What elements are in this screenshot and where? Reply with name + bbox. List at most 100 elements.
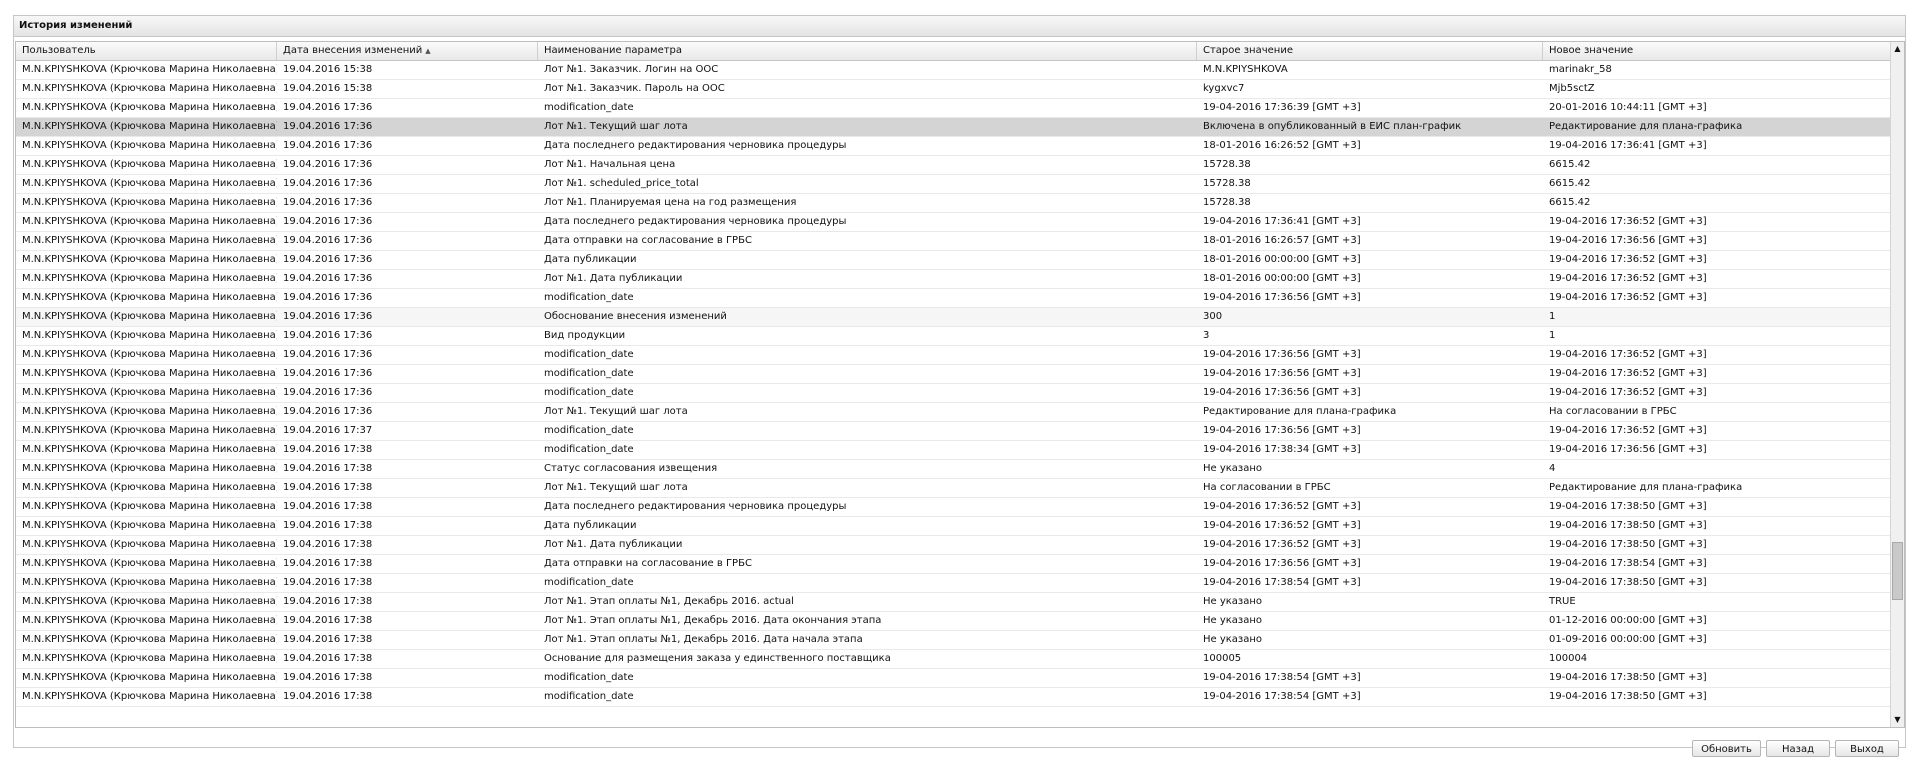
- table-row[interactable]: M.N.KPIYSHKOVA (Крючкова Марина Николаев…: [16, 270, 1891, 289]
- table-row[interactable]: M.N.KPIYSHKOVA (Крючкова Марина Николаев…: [16, 308, 1891, 327]
- cell-change-date: 19.04.2016 17:38: [283, 558, 373, 569]
- table-row[interactable]: M.N.KPIYSHKOVA (Крючкова Марина Николаев…: [16, 99, 1891, 118]
- table-row[interactable]: M.N.KPIYSHKOVA (Крючкова Марина Николаев…: [16, 346, 1891, 365]
- column-header-parameter[interactable]: Наименование параметра: [538, 42, 1197, 60]
- table-row[interactable]: M.N.KPIYSHKOVA (Крючкова Марина Николаев…: [16, 232, 1891, 251]
- cell-user: M.N.KPIYSHKOVA (Крючкова Марина Николаев…: [22, 387, 277, 398]
- cell-change-date: 19.04.2016 17:36: [283, 387, 373, 398]
- vertical-scrollbar[interactable]: ▲ ▼: [1890, 42, 1904, 727]
- refresh-button[interactable]: Обновить: [1692, 740, 1761, 757]
- cell-user: M.N.KPIYSHKOVA (Крючкова Марина Николаев…: [22, 102, 277, 113]
- cell-new-value: 19-04-2016 17:38:50 [GMT +3]: [1549, 539, 1707, 550]
- cell-change-date: 19.04.2016 17:38: [283, 463, 373, 474]
- table-row[interactable]: M.N.KPIYSHKOVA (Крючкова Марина Николаев…: [16, 441, 1891, 460]
- cell-new-value: Mjb5sctZ: [1549, 83, 1595, 94]
- cell-old-value: 19-04-2016 17:36:39 [GMT +3]: [1203, 102, 1361, 113]
- cell-old-value: 19-04-2016 17:36:56 [GMT +3]: [1203, 425, 1361, 436]
- cell-old-value: 18-01-2016 00:00:00 [GMT +3]: [1203, 273, 1361, 284]
- cell-parameter: modification_date: [544, 691, 634, 702]
- table-row[interactable]: M.N.KPIYSHKOVA (Крючкова Марина Николаев…: [16, 517, 1891, 536]
- cell-parameter: Вид продукции: [544, 330, 626, 341]
- table-row[interactable]: M.N.KPIYSHKOVA (Крючкова Марина Николаев…: [16, 194, 1891, 213]
- cell-old-value: 19-04-2016 17:36:56 [GMT +3]: [1203, 368, 1361, 379]
- table-row[interactable]: M.N.KPIYSHKOVA (Крючкова Марина Николаев…: [16, 61, 1891, 80]
- cell-change-date: 19.04.2016 15:38: [283, 64, 373, 75]
- cell-change-date: 19.04.2016 17:38: [283, 691, 373, 702]
- cell-user: M.N.KPIYSHKOVA (Крючкова Марина Николаев…: [22, 672, 277, 683]
- cell-change-date: 19.04.2016 17:38: [283, 634, 373, 645]
- table-row[interactable]: M.N.KPIYSHKOVA (Крючкова Марина Николаев…: [16, 650, 1891, 669]
- table-row[interactable]: M.N.KPIYSHKOVA (Крючкова Марина Николаев…: [16, 612, 1891, 631]
- table-row[interactable]: M.N.KPIYSHKOVA (Крючкова Марина Николаев…: [16, 213, 1891, 232]
- table-row[interactable]: M.N.KPIYSHKOVA (Крючкова Марина Николаев…: [16, 555, 1891, 574]
- column-header-new-value[interactable]: Новое значение: [1543, 42, 1891, 60]
- cell-user: M.N.KPIYSHKOVA (Крючкова Марина Николаев…: [22, 691, 277, 702]
- back-button[interactable]: Назад: [1766, 740, 1830, 757]
- table-row[interactable]: M.N.KPIYSHKOVA (Крючкова Марина Николаев…: [16, 289, 1891, 308]
- scrollbar-thumb[interactable]: [1892, 542, 1903, 600]
- cell-change-date: 19.04.2016 17:38: [283, 482, 373, 493]
- table-row[interactable]: M.N.KPIYSHKOVA (Крючкова Марина Николаев…: [16, 137, 1891, 156]
- cell-user: M.N.KPIYSHKOVA (Крючкова Марина Николаев…: [22, 273, 277, 284]
- cell-change-date: 19.04.2016 17:38: [283, 501, 373, 512]
- table-row[interactable]: M.N.KPIYSHKOVA (Крючкова Марина Николаев…: [16, 669, 1891, 688]
- scroll-down-arrow-icon[interactable]: ▼: [1891, 713, 1904, 727]
- cell-new-value: 19-04-2016 17:36:52 [GMT +3]: [1549, 425, 1707, 436]
- cell-new-value: 19-04-2016 17:36:52 [GMT +3]: [1549, 216, 1707, 227]
- table-row[interactable]: M.N.KPIYSHKOVA (Крючкова Марина Николаев…: [16, 574, 1891, 593]
- cell-new-value: 19-04-2016 17:36:52 [GMT +3]: [1549, 292, 1707, 303]
- table-row[interactable]: M.N.KPIYSHKOVA (Крючкова Марина Николаев…: [16, 460, 1891, 479]
- cell-old-value: Не указано: [1203, 634, 1263, 645]
- cell-user: M.N.KPIYSHKOVA (Крючкова Марина Николаев…: [22, 83, 277, 94]
- cell-user: M.N.KPIYSHKOVA (Крючкова Марина Николаев…: [22, 178, 277, 189]
- table-row[interactable]: M.N.KPIYSHKOVA (Крючкова Марина Николаев…: [16, 403, 1891, 422]
- cell-user: M.N.KPIYSHKOVA (Крючкова Марина Николаев…: [22, 64, 277, 75]
- cell-new-value: 19-04-2016 17:36:41 [GMT +3]: [1549, 140, 1707, 151]
- cell-change-date: 19.04.2016 17:36: [283, 140, 373, 151]
- cell-old-value: kygxvc7: [1203, 83, 1245, 94]
- table-row[interactable]: M.N.KPIYSHKOVA (Крючкова Марина Николаев…: [16, 175, 1891, 194]
- table-row[interactable]: M.N.KPIYSHKOVA (Крючкова Марина Николаев…: [16, 80, 1891, 99]
- cell-parameter: Лот №1. Дата публикации: [544, 273, 683, 284]
- cell-user: M.N.KPIYSHKOVA (Крючкова Марина Николаев…: [22, 121, 277, 132]
- table-row[interactable]: M.N.KPIYSHKOVA (Крючкова Марина Николаев…: [16, 365, 1891, 384]
- cell-new-value: 19-04-2016 17:36:56 [GMT +3]: [1549, 235, 1707, 246]
- cell-parameter: Лот №1. Заказчик. Пароль на ООС: [544, 83, 725, 94]
- cell-parameter: Лот №1. Этап оплаты №1, Декабрь 2016. Да…: [544, 615, 882, 626]
- cell-new-value: 19-04-2016 17:38:50 [GMT +3]: [1549, 691, 1707, 702]
- exit-button[interactable]: Выход: [1835, 740, 1899, 757]
- table-row[interactable]: M.N.KPIYSHKOVA (Крючкова Марина Николаев…: [16, 384, 1891, 403]
- cell-old-value: 19-04-2016 17:36:56 [GMT +3]: [1203, 349, 1361, 360]
- cell-user: M.N.KPIYSHKOVA (Крючкова Марина Николаев…: [22, 406, 277, 417]
- column-header-user[interactable]: Пользователь: [16, 42, 277, 60]
- table-row[interactable]: M.N.KPIYSHKOVA (Крючкова Марина Николаев…: [16, 593, 1891, 612]
- cell-user: M.N.KPIYSHKOVA (Крючкова Марина Николаев…: [22, 653, 277, 664]
- cell-change-date: 19.04.2016 17:36: [283, 292, 373, 303]
- cell-parameter: Лот №1. scheduled_price_total: [544, 178, 699, 189]
- cell-user: M.N.KPIYSHKOVA (Крючкова Марина Николаев…: [22, 292, 277, 303]
- cell-old-value: На согласовании в ГРБС: [1203, 482, 1331, 493]
- table-row[interactable]: M.N.KPIYSHKOVA (Крючкова Марина Николаев…: [16, 536, 1891, 555]
- table-row[interactable]: M.N.KPIYSHKOVA (Крючкова Марина Николаев…: [16, 118, 1891, 137]
- cell-change-date: 19.04.2016 17:38: [283, 444, 373, 455]
- change-history-panel: История изменений Пользователь Дата внес…: [13, 15, 1906, 757]
- cell-change-date: 19.04.2016 17:36: [283, 406, 373, 417]
- table-row[interactable]: M.N.KPIYSHKOVA (Крючкова Марина Николаев…: [16, 156, 1891, 175]
- table-row[interactable]: M.N.KPIYSHKOVA (Крючкова Марина Николаев…: [16, 688, 1891, 707]
- cell-new-value: marinakr_58: [1549, 64, 1612, 75]
- cell-change-date: 19.04.2016 17:36: [283, 102, 373, 113]
- cell-old-value: Редактирование для плана-графика: [1203, 406, 1397, 417]
- column-header-change-date[interactable]: Дата внесения изменений ▲: [277, 42, 538, 60]
- table-row[interactable]: M.N.KPIYSHKOVA (Крючкова Марина Николаев…: [16, 498, 1891, 517]
- table-row[interactable]: M.N.KPIYSHKOVA (Крючкова Марина Николаев…: [16, 251, 1891, 270]
- table-row[interactable]: M.N.KPIYSHKOVA (Крючкова Марина Николаев…: [16, 631, 1891, 650]
- cell-change-date: 19.04.2016 17:36: [283, 235, 373, 246]
- cell-new-value: 20-01-2016 10:44:11 [GMT +3]: [1549, 102, 1707, 113]
- column-header-old-value[interactable]: Старое значение: [1197, 42, 1543, 60]
- cell-new-value: 100004: [1549, 653, 1588, 664]
- scroll-up-arrow-icon[interactable]: ▲: [1891, 42, 1904, 56]
- table-row[interactable]: M.N.KPIYSHKOVA (Крючкова Марина Николаев…: [16, 327, 1891, 346]
- cell-parameter: Статус согласования извещения: [544, 463, 718, 474]
- table-row[interactable]: M.N.KPIYSHKOVA (Крючкова Марина Николаев…: [16, 479, 1891, 498]
- table-row[interactable]: M.N.KPIYSHKOVA (Крючкова Марина Николаев…: [16, 422, 1891, 441]
